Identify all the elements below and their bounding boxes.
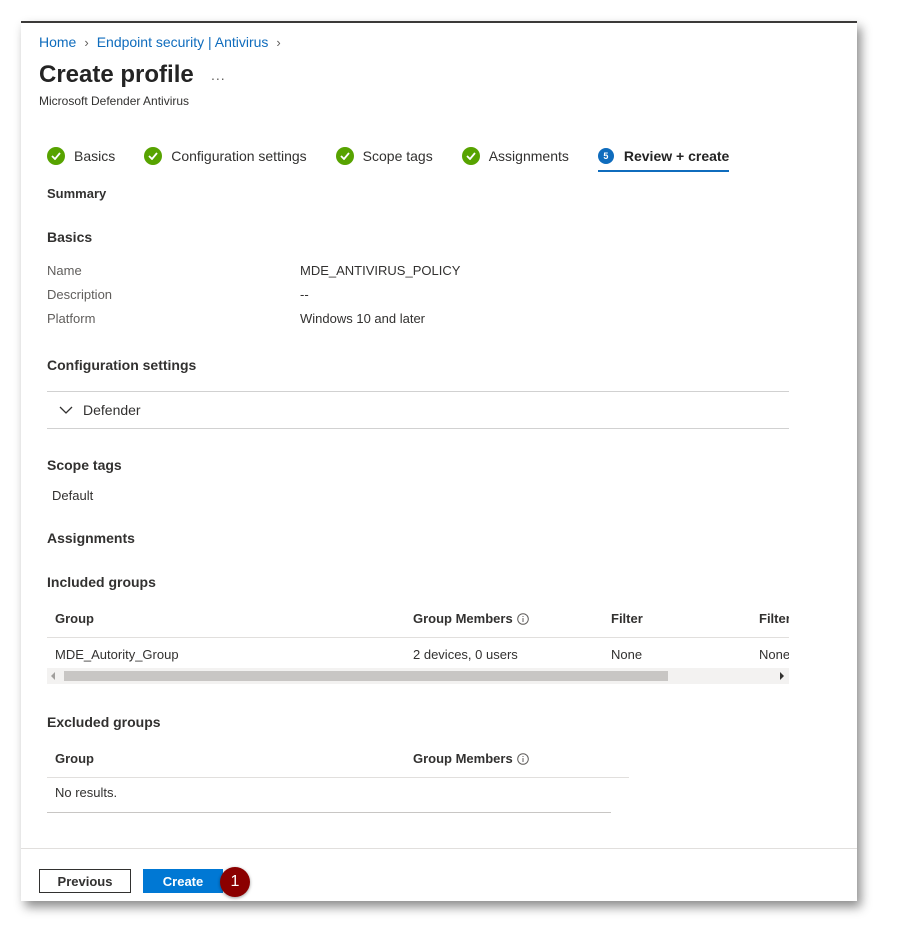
cell-group: MDE_Autority_Group xyxy=(55,647,179,662)
excluded-groups-heading: Excluded groups xyxy=(47,714,161,730)
scope-tag-value: Default xyxy=(52,488,94,503)
empty-results-text: No results. xyxy=(55,785,118,800)
included-groups-heading: Included groups xyxy=(47,574,156,590)
cell-filter-mode: None xyxy=(759,647,789,662)
column-header-group: Group xyxy=(55,751,94,766)
chevron-right-icon: › xyxy=(276,34,281,50)
footer-divider xyxy=(21,848,857,849)
column-header-filter-mode: Filter xyxy=(759,611,789,626)
table-bottom-divider xyxy=(47,812,611,813)
header-divider xyxy=(47,777,629,778)
checkmark-icon xyxy=(461,147,480,165)
column-header-filter: Filter xyxy=(611,611,643,626)
horizontal-scrollbar[interactable] xyxy=(47,668,789,684)
platform-label: Platform xyxy=(47,311,96,326)
step-label: Basics xyxy=(74,148,116,164)
scroll-left-icon[interactable] xyxy=(51,672,55,680)
column-header-group-members: Group Members xyxy=(413,751,529,766)
basics-heading: Basics xyxy=(47,229,93,245)
chevron-down-icon xyxy=(59,406,73,414)
page-title: Create profile xyxy=(39,61,194,88)
column-header-label: Group Members xyxy=(413,751,513,766)
scroll-right-icon[interactable] xyxy=(780,672,784,680)
checkmark-icon xyxy=(144,147,163,165)
included-groups-table: Group Group Members Filter Filter MDE_Au… xyxy=(47,603,789,667)
column-header-group: Group xyxy=(55,611,94,626)
cell-filter: None xyxy=(611,647,643,662)
name-label: Name xyxy=(47,263,82,278)
platform-value: Windows 10 and later xyxy=(300,311,426,326)
step-label: Configuration settings xyxy=(171,148,307,164)
step-label: Scope tags xyxy=(362,148,433,164)
step-scope-tags[interactable]: Scope tags xyxy=(335,145,433,167)
column-header-label: Group Members xyxy=(413,611,513,626)
scope-tags-heading: Scope tags xyxy=(47,457,122,473)
step-number-badge: 5 xyxy=(597,148,614,164)
previous-button[interactable]: Previous xyxy=(39,869,131,893)
more-options-icon[interactable]: ... xyxy=(211,67,226,83)
create-profile-window: Home › Endpoint security | Antivirus › C… xyxy=(21,21,857,901)
create-button[interactable]: Create xyxy=(143,869,223,893)
breadcrumb-antivirus-link[interactable]: Endpoint security | Antivirus xyxy=(97,34,269,50)
step-basics[interactable]: Basics xyxy=(47,145,115,167)
column-header-group-members: Group Members xyxy=(413,611,529,626)
accordion-label: Defender xyxy=(83,402,141,418)
step-assignments[interactable]: Assignments xyxy=(461,145,569,167)
scrollbar-thumb[interactable] xyxy=(64,671,668,681)
excluded-groups-table: Group Group Members No results. xyxy=(47,743,629,815)
breadcrumb: Home › Endpoint security | Antivirus › xyxy=(39,34,289,50)
defender-accordion[interactable]: Defender xyxy=(47,391,789,429)
header-divider xyxy=(47,637,789,638)
step-configuration-settings[interactable]: Configuration settings xyxy=(144,145,307,167)
info-icon[interactable] xyxy=(516,612,529,625)
page-subtitle: Microsoft Defender Antivirus xyxy=(39,94,190,108)
description-value: -- xyxy=(300,287,309,302)
info-icon[interactable] xyxy=(516,752,529,765)
callout-badge: 1 xyxy=(220,867,250,897)
cell-group-members: 2 devices, 0 users xyxy=(413,647,518,662)
checkmark-icon xyxy=(47,147,65,165)
assignments-heading: Assignments xyxy=(47,530,135,546)
step-label: Assignments xyxy=(488,148,569,164)
checkmark-icon xyxy=(335,147,354,165)
wizard-steps: Basics Configuration settings Scope tags… xyxy=(47,145,758,172)
name-value: MDE_ANTIVIRUS_POLICY xyxy=(300,263,461,278)
step-label: Review + create xyxy=(623,148,730,164)
breadcrumb-home-link[interactable]: Home xyxy=(39,34,76,50)
step-review-create[interactable]: 5 Review + create xyxy=(597,145,730,172)
description-label: Description xyxy=(47,287,113,302)
chevron-right-icon: › xyxy=(84,34,89,50)
configuration-settings-heading: Configuration settings xyxy=(47,357,197,373)
summary-heading: Summary xyxy=(47,186,107,201)
